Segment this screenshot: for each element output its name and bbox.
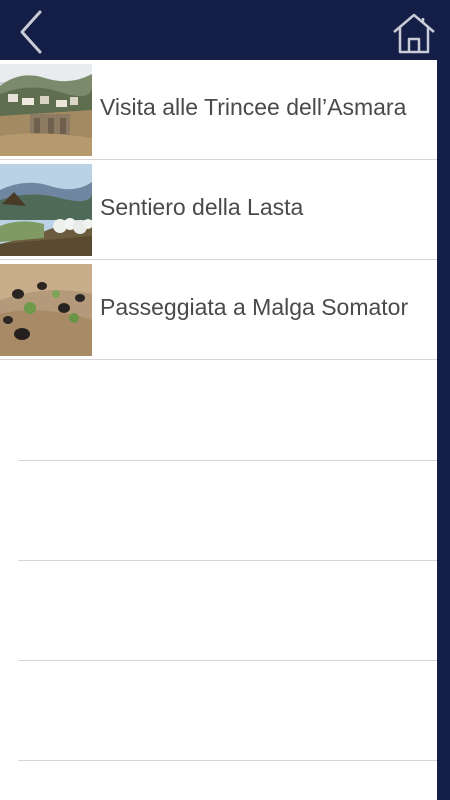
list-item[interactable]: Visita alle Trincee dell’Asmara — [0, 60, 437, 160]
list-item-title: Passeggiata a Malga Somator — [100, 294, 409, 320]
mountain-trail-thumbnail — [0, 164, 92, 256]
side-strip — [437, 60, 450, 800]
navigation-bar — [0, 0, 450, 60]
separator — [18, 660, 437, 661]
separator — [18, 460, 437, 461]
separator — [0, 359, 437, 360]
list-item[interactable]: Sentiero della Lasta — [0, 160, 437, 260]
chevron-left-icon — [20, 10, 42, 54]
screen: Visita alle Trincee dell’Asmara Sentiero… — [0, 0, 450, 800]
home-icon — [393, 13, 435, 54]
list-item-title: Sentiero della Lasta — [100, 194, 304, 220]
home-button[interactable] — [390, 12, 438, 56]
itinerary-list: Visita alle Trincee dell’Asmara Sentiero… — [0, 60, 437, 800]
list-item[interactable]: Passeggiata a Malga Somator — [0, 260, 437, 360]
grazing-animals-thumbnail — [0, 264, 92, 356]
village-landscape-thumbnail — [0, 64, 92, 156]
list-item-title: Visita alle Trincee dell’Asmara — [100, 94, 407, 120]
separator — [18, 760, 437, 761]
back-button[interactable] — [10, 8, 50, 56]
separator — [18, 560, 437, 561]
